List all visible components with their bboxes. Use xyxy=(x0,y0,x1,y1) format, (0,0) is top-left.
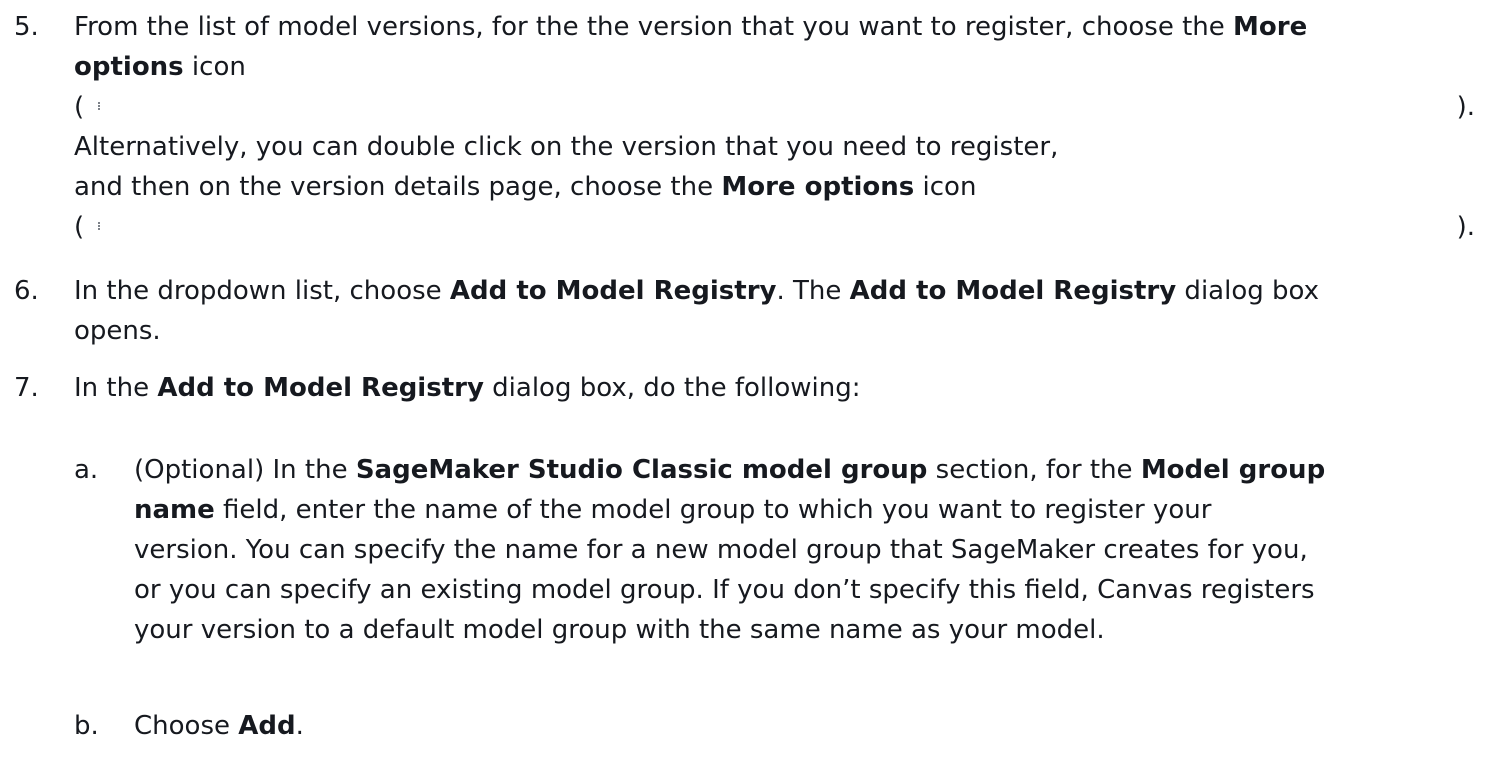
open-paren: ( xyxy=(74,92,85,122)
text: . xyxy=(295,711,304,741)
bold-text: More options xyxy=(721,172,915,202)
text: dialog box, do the following: xyxy=(483,373,861,403)
close-paren: ). xyxy=(1456,212,1475,242)
step-body: In the dropdown list, choose Add to Mode… xyxy=(74,271,1473,351)
step-number: 7. xyxy=(14,373,39,403)
bold-text: options xyxy=(74,52,184,82)
substep-text-line: name field, enter the name of the model … xyxy=(134,490,1464,530)
text: field, enter the name of the model group… xyxy=(214,495,1212,525)
substep-letter: a. xyxy=(74,455,99,485)
bold-text: name xyxy=(134,495,215,525)
substep-text-line: or you can specify an existing model gro… xyxy=(134,575,1315,605)
text: and then on the version details page, ch… xyxy=(74,172,722,202)
text: icon xyxy=(183,52,246,82)
bold-text: Add to Model Registry xyxy=(157,373,484,403)
bold-text: SageMaker Studio Classic model group xyxy=(355,455,928,485)
bold-text: Add xyxy=(238,711,296,741)
close-paren: ). xyxy=(1456,92,1475,122)
step-text-line: options icon xyxy=(74,47,1473,87)
step-number: 6. xyxy=(14,276,39,306)
bold-text: Add to Model Registry xyxy=(849,276,1177,306)
open-paren: ( xyxy=(74,212,85,242)
text: dialog box xyxy=(1176,276,1319,306)
more-options-icon xyxy=(98,102,101,112)
text: icon xyxy=(914,172,977,202)
substep-body: Choose Add. xyxy=(134,706,1464,746)
substep-text-line: version. You can specify the name for a … xyxy=(134,535,1308,565)
step-body: In the Add to Model Registry dialog box,… xyxy=(74,368,1473,408)
text: . The xyxy=(776,276,850,306)
substep-letter: b. xyxy=(74,711,99,741)
substep-text-line: Choose Add. xyxy=(134,706,1464,746)
text: (Optional) In the xyxy=(134,455,356,485)
step-body: From the list of model versions, for the… xyxy=(74,7,1475,247)
text: In the dropdown list, choose xyxy=(74,276,450,306)
text: Choose xyxy=(134,711,239,741)
substep-body: (Optional) In the SageMaker Studio Class… xyxy=(134,450,1464,650)
text: section, for the xyxy=(927,455,1141,485)
icon-line: ( ). xyxy=(74,87,1475,127)
text: From the list of model versions, for the… xyxy=(74,12,1234,42)
step-text-line: From the list of model versions, for the… xyxy=(74,7,1473,47)
substep-text-line: (Optional) In the SageMaker Studio Class… xyxy=(134,450,1464,490)
more-options-icon xyxy=(98,222,101,232)
step-text-line: Alternatively, you can double click on t… xyxy=(74,132,1059,162)
step-number: 5. xyxy=(14,12,39,42)
step-text-line: In the dropdown list, choose Add to Mode… xyxy=(74,271,1473,311)
bold-text: More xyxy=(1233,12,1308,42)
bold-text: Add to Model Registry xyxy=(449,276,777,306)
step-text-line: In the Add to Model Registry dialog box,… xyxy=(74,368,1473,408)
icon-line: ( ). xyxy=(74,207,1475,247)
bold-text: Model group xyxy=(1140,455,1326,485)
text: In the xyxy=(74,373,158,403)
step-text-line: opens. xyxy=(74,316,161,346)
step-text-line: and then on the version details page, ch… xyxy=(74,167,1473,207)
substep-text-line: your version to a default model group wi… xyxy=(134,615,1105,645)
